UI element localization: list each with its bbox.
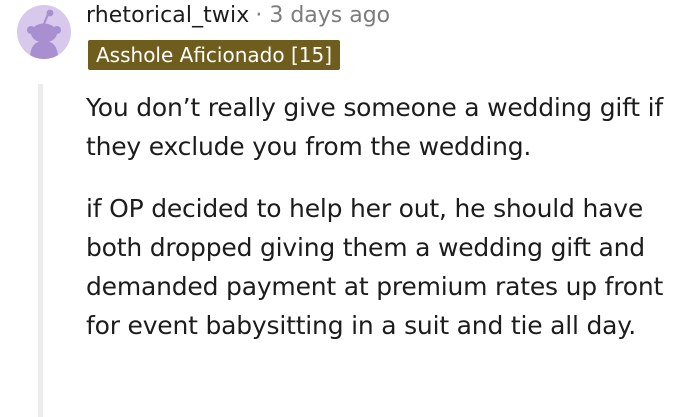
comment: rhetorical_twix · 3 days ago Asshole Afi…: [0, 0, 700, 417]
comment-paragraph: You don’t really give someone a wedding …: [86, 93, 663, 161]
snoo-avatar-icon[interactable]: [17, 5, 71, 59]
comment-paragraph: if OP decided to help her out, he should…: [86, 194, 664, 340]
comment-body: You don’t really give someone a wedding …: [86, 88, 696, 345]
thread-collapse-line[interactable]: [38, 84, 43, 417]
user-flair-badge: Asshole Aficionado [15]: [88, 40, 340, 70]
meta-separator: ·: [255, 3, 263, 28]
comment-header: rhetorical_twix · 3 days ago: [86, 1, 390, 31]
username-link[interactable]: rhetorical_twix: [86, 1, 249, 31]
timestamp[interactable]: 3 days ago: [269, 1, 390, 31]
